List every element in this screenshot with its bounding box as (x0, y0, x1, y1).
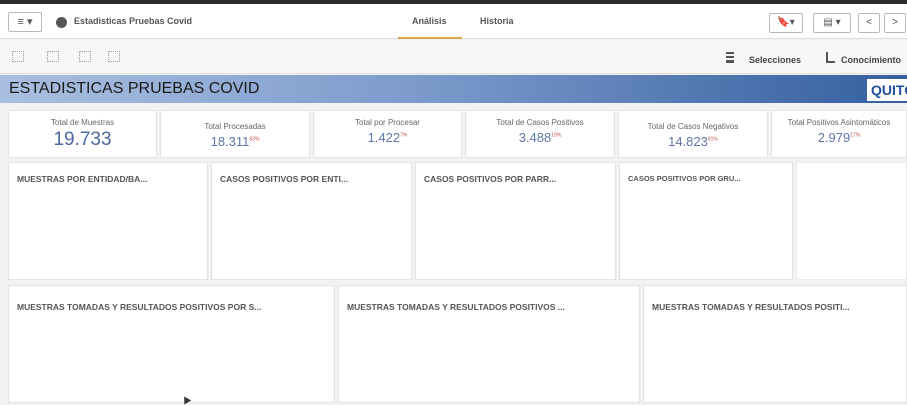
insights-icon (826, 52, 835, 63)
kpi-label: Total Procesadas (204, 122, 266, 131)
sheet-title: ESTADISTICAS PRUEBAS COVID (9, 80, 260, 97)
panel-muestras-resultados-por-s[interactable]: MUESTRAS TOMADAS Y RESULTADOS POSITIVOS … (8, 285, 335, 403)
panel-empty-slot (796, 162, 907, 280)
kpi-percent: 93% (249, 136, 260, 143)
kpi-label: Total de Muestras (50, 118, 115, 127)
main-menu-button[interactable]: ≡ ▾ (8, 12, 42, 32)
sheet-header: ESTADISTICAS PRUEBAS COVID (0, 75, 907, 103)
clear-selections-icon[interactable] (108, 51, 120, 62)
kpi-total-por-procesar[interactable]: Total por Procesar 1.4227% (313, 110, 462, 158)
kpi-value: 2.979 (817, 130, 851, 145)
previous-sheet-button[interactable]: < (858, 13, 880, 33)
logo-text: QUITO (871, 82, 907, 98)
kpi-value: 3.488 (518, 130, 552, 145)
kpi-value-wrap: 2.97917% (772, 130, 906, 145)
kpi-label: Total de Casos Negativos (647, 122, 739, 131)
bookmark-button[interactable]: 🔖▾ (769, 13, 803, 33)
kpi-percent: 7% (400, 132, 408, 139)
panel-title: CASOS POSITIVOS POR PARR... (424, 174, 557, 184)
kpi-value: 19.733 (53, 129, 112, 150)
globe-icon (56, 17, 67, 28)
kpi-value-wrap: 3.48819% (466, 130, 614, 145)
kpi-value: 18.311 (210, 134, 250, 149)
kpi-percent: 81% (707, 136, 718, 143)
quito-logo: QUITO (867, 79, 907, 101)
kpi-total-positivos-asintomaticos[interactable]: Total Positivos Asintomáticos 2.97917% (771, 110, 907, 158)
panel-title: MUESTRAS TOMADAS Y RESULTADOS POSITI... (652, 302, 850, 312)
panel-muestras-resultados-3[interactable]: MUESTRAS TOMADAS Y RESULTADOS POSITI... (643, 285, 907, 403)
kpi-label: Total por Procesar (355, 118, 420, 127)
next-sheet-button[interactable]: > (884, 13, 906, 33)
kpi-value-wrap: 14.82381% (619, 134, 767, 149)
selection-toolbar: Selecciones Conocimiento (0, 40, 907, 74)
kpi-value-wrap: 1.4227% (314, 130, 461, 145)
kpi-total-procesadas[interactable]: Total Procesadas 18.31193% (160, 110, 310, 158)
panel-casos-positivos-por-grupo[interactable]: CASOS POSITIVOS POR GRU... (619, 162, 793, 280)
smart-search-icon[interactable] (12, 51, 24, 62)
kpi-value-wrap: 18.31193% (161, 134, 309, 149)
panel-muestras-resultados-2[interactable]: MUESTRAS TOMADAS Y RESULTADOS POSITIVOS … (338, 285, 640, 403)
panel-title: MUESTRAS TOMADAS Y RESULTADOS POSITIVOS … (347, 302, 565, 312)
active-tab-indicator (398, 37, 462, 39)
kpi-total-casos-positivos[interactable]: Total de Casos Positivos 3.48819% (465, 110, 615, 158)
panel-title: CASOS POSITIVOS POR ENTI... (220, 174, 348, 184)
panel-title: CASOS POSITIVOS POR GRU... (628, 174, 741, 183)
conocimiento-button[interactable]: Conocimiento (841, 55, 901, 65)
panel-casos-positivos-por-entidad[interactable]: CASOS POSITIVOS POR ENTI... (211, 162, 412, 280)
step-back-icon[interactable] (47, 51, 59, 62)
kpi-total-casos-negativos[interactable]: Total de Casos Negativos 14.82381% (618, 110, 768, 158)
panel-title: MUESTRAS TOMADAS Y RESULTADOS POSITIVOS … (17, 302, 262, 312)
selecciones-button[interactable]: Selecciones (749, 55, 801, 65)
kpi-percent: 19% (551, 132, 562, 139)
kpi-label: Total de Casos Positivos (496, 118, 584, 127)
kpi-label: Total Positivos Asintomáticos (787, 118, 891, 127)
panel-casos-positivos-por-parroquia[interactable]: CASOS POSITIVOS POR PARR... (415, 162, 616, 280)
app-title: Estadisticas Pruebas Covid (74, 16, 193, 26)
tab-historia[interactable]: Historia (480, 16, 514, 26)
kpi-percent: 17% (850, 132, 861, 139)
kpi-value: 14.823 (668, 134, 708, 149)
selections-icon (726, 52, 734, 63)
app-navbar: ≡ ▾ Estadisticas Pruebas Covid Análisis … (0, 4, 907, 39)
kpi-value: 1.422 (367, 130, 401, 145)
tab-analisis[interactable]: Análisis (412, 16, 447, 26)
kpi-total-muestras[interactable]: Total de Muestras 19.733 (8, 110, 157, 158)
panel-muestras-por-entidad[interactable]: MUESTRAS POR ENTIDAD/BA... (8, 162, 208, 280)
step-forward-icon[interactable] (79, 51, 91, 62)
sheet-menu-button[interactable]: ▤ ▾ (813, 13, 851, 33)
panel-title: MUESTRAS POR ENTIDAD/BA... (17, 174, 148, 184)
